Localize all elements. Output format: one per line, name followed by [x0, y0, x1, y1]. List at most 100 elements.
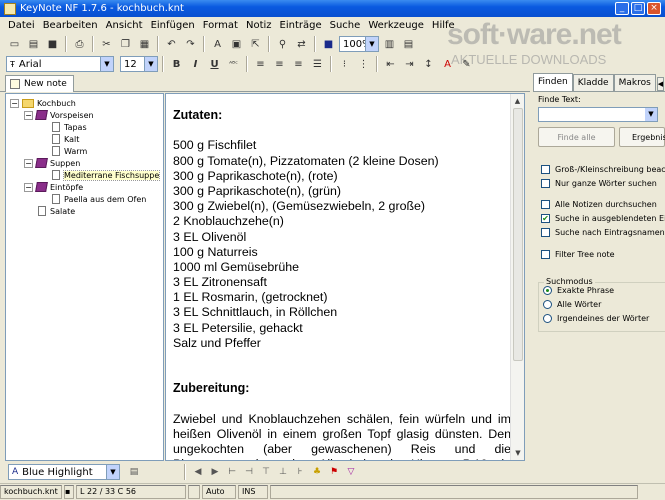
node-flag-icon[interactable]: ⚑: [327, 465, 341, 479]
find-text-input[interactable]: ▼: [538, 107, 658, 122]
checkbox[interactable]: [541, 179, 550, 188]
fit-width-icon[interactable]: ▥: [381, 36, 398, 52]
collapse-icon[interactable]: −: [10, 98, 19, 108]
minimize-button[interactable]: _: [615, 2, 629, 15]
zoom-select[interactable]: 100% ▼: [339, 36, 379, 52]
collapse-icon[interactable]: −: [24, 110, 33, 120]
menu-format[interactable]: Format: [199, 20, 242, 31]
menu-hilfe[interactable]: Hilfe: [428, 20, 459, 31]
align-center-icon[interactable]: ≡: [271, 56, 288, 72]
menu-bearbeiten[interactable]: Bearbeiten: [39, 20, 102, 31]
insert-link-icon[interactable]: ⇱: [247, 36, 264, 52]
menu-eintraege[interactable]: Einträge: [276, 20, 326, 31]
tree-node-vorspeisen[interactable]: − Vorspeisen: [24, 109, 94, 121]
font-name-select[interactable]: Ŧ Arial ▼: [6, 56, 114, 72]
menu-notiz[interactable]: Notiz: [242, 20, 276, 31]
editor-content[interactable]: Zutaten: 500 g Fischfilet 800 g Tomate(n…: [173, 108, 511, 460]
menu-einfuegen[interactable]: Einfügen: [147, 20, 199, 31]
bullet-list-icon[interactable]: ⁝: [336, 56, 353, 72]
tree-node-tapas[interactable]: Tapas: [52, 121, 87, 133]
highlight-icon[interactable]: ✎: [458, 56, 475, 72]
tree-node-kalt[interactable]: Kalt: [52, 133, 79, 145]
chevron-left-icon[interactable]: ◀: [656, 77, 665, 91]
scroll-up-icon[interactable]: ▲: [511, 94, 524, 108]
apply-style-icon[interactable]: ▤: [127, 465, 141, 479]
filter-icon[interactable]: ▽: [344, 465, 358, 479]
radio[interactable]: [543, 314, 552, 323]
mode-exact-phrase[interactable]: Exakte Phrase: [543, 286, 614, 295]
undo-icon[interactable]: ↶: [163, 36, 180, 52]
menu-suche[interactable]: Suche: [326, 20, 365, 31]
numbered-list-icon[interactable]: ⋮: [355, 56, 372, 72]
checkbox-checked[interactable]: ✔: [541, 214, 550, 223]
results-button[interactable]: Ergebnis: [619, 127, 665, 147]
menu-datei[interactable]: Datei: [4, 20, 39, 31]
tree-node-salate[interactable]: Salate: [38, 205, 75, 217]
line-spacing-icon[interactable]: ↕: [420, 56, 437, 72]
tree-node-fischsuppe[interactable]: Mediterrane Fischsuppe: [52, 169, 161, 181]
indent-increase-icon[interactable]: ⇥: [401, 56, 418, 72]
copy-icon[interactable]: ❐: [117, 36, 134, 52]
text-color-icon[interactable]: A: [439, 56, 456, 72]
print-icon[interactable]: ⎙: [71, 36, 88, 52]
redo-icon[interactable]: ↷: [182, 36, 199, 52]
checkbox[interactable]: [541, 250, 550, 259]
collapse-icon[interactable]: −: [24, 158, 33, 168]
insert-node-icon[interactable]: ⊤: [259, 465, 273, 479]
indent-decrease-icon[interactable]: ⇤: [382, 56, 399, 72]
tree-node-suppen[interactable]: − Suppen: [24, 157, 80, 169]
chevron-down-icon[interactable]: ▼: [645, 108, 657, 121]
insert-picture-icon[interactable]: ▣: [228, 36, 245, 52]
strikethrough-icon[interactable]: ᴬᴮᶜ: [225, 56, 242, 72]
scroll-down-icon[interactable]: ▼: [511, 446, 524, 460]
new-file-icon[interactable]: ▭: [6, 36, 23, 52]
checkbox[interactable]: [541, 200, 550, 209]
editor-scrollbar[interactable]: ▲ ▼: [510, 94, 524, 460]
note-tree[interactable]: − Kochbuch − Vorspeisen Tapas Kalt Warm …: [5, 93, 164, 461]
save-icon[interactable]: ■: [44, 36, 61, 52]
scroll-thumb[interactable]: [513, 108, 523, 361]
delete-node-icon[interactable]: ⊦: [293, 465, 307, 479]
option-all-notes[interactable]: Alle Notizen durchsuchen: [541, 200, 657, 209]
add-child-icon[interactable]: ⊣: [242, 465, 256, 479]
mode-all-words[interactable]: Alle Wörter: [543, 300, 601, 309]
menu-werkzeuge[interactable]: Werkzeuge: [364, 20, 428, 31]
underline-icon[interactable]: U: [206, 56, 223, 72]
paste-icon[interactable]: ▦: [136, 36, 153, 52]
tree-node-root[interactable]: − Kochbuch: [10, 97, 76, 109]
color-square-icon[interactable]: ■: [320, 36, 337, 52]
find-all-button[interactable]: Finde alle: [538, 127, 615, 147]
menu-ansicht[interactable]: Ansicht: [102, 20, 147, 31]
style-select[interactable]: A Blue Highlight ▼: [8, 464, 120, 480]
mode-any-word[interactable]: Irgendeines der Wörter: [543, 314, 649, 323]
collapse-icon[interactable]: −: [24, 182, 33, 192]
arrow-right-icon[interactable]: ▶: [208, 465, 222, 479]
close-button[interactable]: ×: [647, 2, 661, 15]
open-folder-icon[interactable]: ▤: [25, 36, 42, 52]
note-editor[interactable]: Zutaten: 500 g Fischfilet 800 g Tomate(n…: [165, 93, 525, 461]
italic-icon[interactable]: I: [187, 56, 204, 72]
option-hidden-nodes[interactable]: ✔ Suche in ausgeblendeten Ein: [541, 214, 665, 223]
radio-selected[interactable]: [543, 286, 552, 295]
find-binoculars-icon[interactable]: ⚲: [274, 36, 291, 52]
tree-node-warm[interactable]: Warm: [52, 145, 87, 157]
tab-finden[interactable]: Finden: [533, 73, 573, 91]
align-right-icon[interactable]: ≡: [290, 56, 307, 72]
checkbox[interactable]: [541, 228, 550, 237]
zoom-options-icon[interactable]: ▤: [400, 36, 417, 52]
bell-icon[interactable]: ♣: [310, 465, 324, 479]
tab-makros[interactable]: Makros: [613, 74, 656, 91]
bold-icon[interactable]: B: [168, 56, 185, 72]
align-left-icon[interactable]: ≡: [252, 56, 269, 72]
add-node-icon[interactable]: ⊢: [225, 465, 239, 479]
move-node-icon[interactable]: ⊥: [276, 465, 290, 479]
arrow-left-icon[interactable]: ◀: [191, 465, 205, 479]
tab-kladde[interactable]: Kladde: [572, 74, 614, 91]
align-justify-icon[interactable]: ☰: [309, 56, 326, 72]
checkbox[interactable]: [541, 165, 550, 174]
option-node-names[interactable]: Suche nach Eintragsnamen: [541, 228, 665, 237]
font-size-select[interactable]: 12 ▼: [120, 56, 158, 72]
insert-text-icon[interactable]: A: [209, 36, 226, 52]
radio[interactable]: [543, 300, 552, 309]
maximize-button[interactable]: □: [631, 2, 645, 15]
